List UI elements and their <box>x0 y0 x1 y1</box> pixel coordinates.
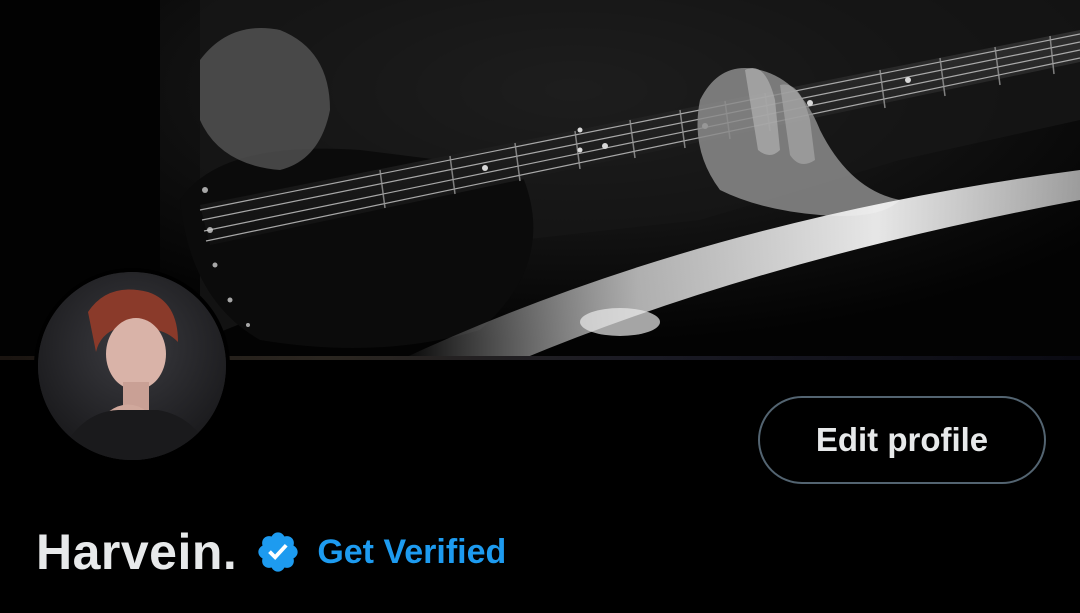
profile-avatar[interactable] <box>34 268 230 464</box>
edit-profile-button[interactable]: Edit profile <box>758 396 1046 484</box>
profile-page: Edit profile Harvein. Get Verified <box>0 0 1080 613</box>
avatar-photo <box>38 272 226 460</box>
get-verified-link[interactable]: Get Verified <box>317 533 506 572</box>
profile-name-row: Harvein. Get Verified <box>36 520 506 584</box>
profile-display-name: Harvein. <box>36 524 238 580</box>
verified-badge-icon[interactable] <box>255 529 301 575</box>
